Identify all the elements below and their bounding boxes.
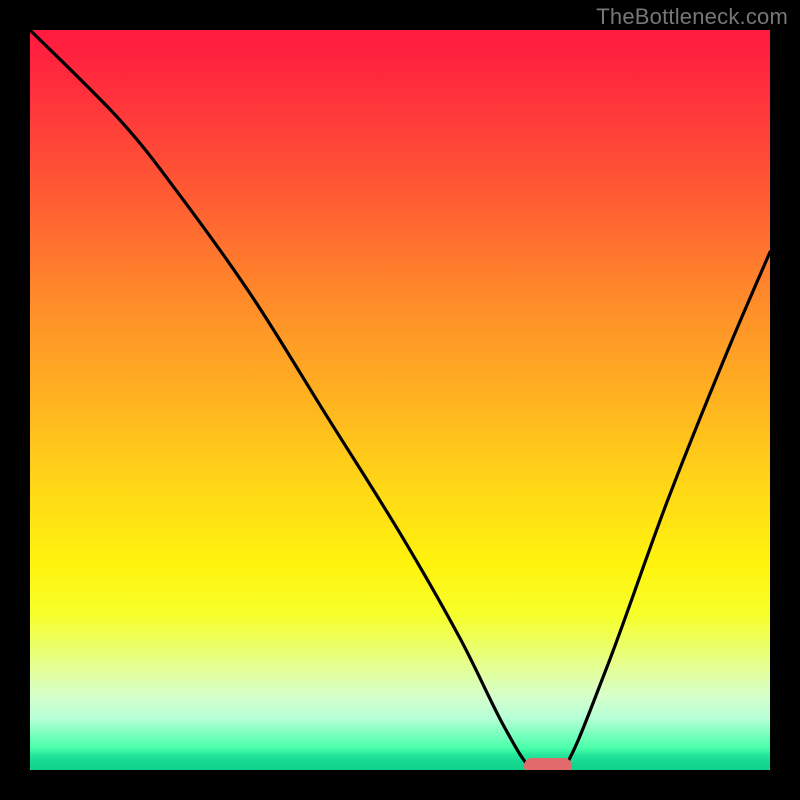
chart-frame: TheBottleneck.com bbox=[0, 0, 800, 800]
optimal-marker bbox=[524, 758, 572, 770]
plot-area bbox=[30, 30, 770, 770]
watermark-text: TheBottleneck.com bbox=[596, 4, 788, 30]
curve-path bbox=[30, 30, 770, 770]
bottleneck-curve bbox=[30, 30, 770, 770]
